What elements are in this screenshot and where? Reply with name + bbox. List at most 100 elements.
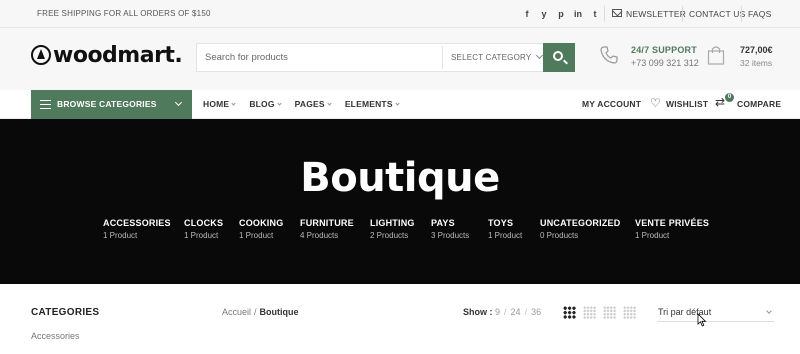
divider bbox=[741, 6, 742, 22]
mouse-pointer-icon bbox=[697, 313, 707, 327]
search-form: SELECT CATEGORY bbox=[196, 43, 575, 72]
hero-category-furniture[interactable]: FURNITURE 4 Products bbox=[300, 218, 354, 240]
support-phone: +73 099 321 312 bbox=[631, 58, 699, 68]
my-account-link[interactable]: MY ACCOUNT bbox=[582, 99, 641, 109]
category-count: 2 Products bbox=[370, 231, 409, 240]
category-count: 1 Product bbox=[103, 231, 138, 240]
twitter-icon[interactable]: y bbox=[540, 7, 548, 21]
category-count: 3 Products bbox=[431, 231, 470, 240]
menu-item-home[interactable]: HOME bbox=[203, 99, 236, 109]
breadcrumb-home-link[interactable]: Accueil bbox=[222, 307, 251, 317]
cart-item-count: 32 items bbox=[740, 58, 773, 68]
grid-5-columns-icon[interactable] bbox=[603, 306, 616, 319]
hero-category-uncategorized[interactable]: UNCATEGORIZED 0 Products bbox=[540, 218, 620, 240]
site-logo[interactable]: woodmart. bbox=[31, 42, 183, 68]
support-title: 24/7 SUPPORT bbox=[631, 45, 697, 55]
divider bbox=[604, 6, 605, 22]
sidebar-item-accessories[interactable]: Accessories bbox=[31, 331, 80, 341]
telegram-icon[interactable]: t bbox=[591, 7, 599, 21]
hero-category-pays[interactable]: PAYS 3 Products bbox=[431, 218, 469, 240]
category-name: PAYS bbox=[431, 218, 455, 228]
menu-item-elements[interactable]: ELEMENTS bbox=[345, 99, 400, 109]
breadcrumb-separator: / bbox=[254, 307, 257, 317]
category-name: ACCESSORIES bbox=[103, 218, 171, 228]
divider: / bbox=[524, 307, 528, 317]
newsletter-link[interactable]: NEWSLETTER bbox=[626, 9, 686, 19]
category-count: 1 Product bbox=[635, 231, 670, 240]
hero-category-clocks[interactable]: CLOCKS 1 Product bbox=[184, 218, 223, 240]
category-name: TOYS bbox=[488, 218, 514, 228]
menu-item-label: BLOG bbox=[249, 99, 275, 109]
phone-icon bbox=[600, 46, 618, 64]
per-page-option-9[interactable]: 9 bbox=[495, 307, 500, 317]
category-count: 0 Products bbox=[540, 231, 579, 240]
hero-category-toys[interactable]: TOYS 1 Product bbox=[488, 218, 522, 240]
facebook-icon[interactable]: f bbox=[523, 7, 531, 21]
divider: / bbox=[504, 307, 507, 317]
wishlist-link[interactable]: WISHLIST bbox=[666, 99, 708, 109]
tree-logo-icon bbox=[31, 45, 51, 65]
menu-item-blog[interactable]: BLOG bbox=[249, 99, 282, 109]
hero-category-vente-privees[interactable]: VENTE PRIVÉES 1 Product bbox=[635, 218, 709, 240]
chevron-down-icon bbox=[766, 308, 772, 314]
menu-item-pages[interactable]: PAGES bbox=[295, 99, 332, 109]
compare-icon[interactable]: ⇄ bbox=[715, 96, 725, 108]
primary-menu: HOME BLOG PAGES ELEMENTS bbox=[203, 99, 413, 109]
category-select[interactable]: SELECT CATEGORY bbox=[451, 53, 542, 62]
contact-us-link[interactable]: CONTACT US bbox=[689, 9, 745, 19]
grid-4-columns-icon[interactable] bbox=[583, 306, 596, 319]
breadcrumb: Accueil / Boutique bbox=[222, 307, 299, 317]
category-count: 1 Product bbox=[488, 231, 523, 240]
category-count: 1 Product bbox=[184, 231, 219, 240]
linkedin-icon[interactable]: in bbox=[574, 7, 582, 21]
compare-count-badge: 0 bbox=[725, 93, 734, 102]
breadcrumb-current: Boutique bbox=[259, 307, 299, 317]
category-name: UNCATEGORIZED bbox=[540, 218, 621, 228]
heart-icon[interactable]: ♡ bbox=[650, 97, 661, 109]
show-label: Show : bbox=[463, 307, 493, 317]
shopping-bag-icon[interactable] bbox=[707, 45, 725, 65]
cart-total[interactable]: 727,00€ bbox=[740, 45, 773, 55]
menu-item-label: HOME bbox=[203, 99, 230, 109]
search-input[interactable] bbox=[197, 44, 443, 71]
page-hero: Boutique ACCESSORIES 1 Product CLOCKS 1 … bbox=[0, 119, 800, 284]
grid-view-switcher bbox=[563, 306, 636, 319]
chevron-down-icon bbox=[395, 101, 400, 106]
category-count: 4 Products bbox=[300, 231, 339, 240]
browse-categories-button[interactable]: BROWSE CATEGORIES bbox=[31, 90, 192, 119]
divider bbox=[442, 46, 443, 69]
sort-select[interactable]: Tri par défaut bbox=[657, 304, 774, 322]
category-name: CLOCKS bbox=[184, 218, 224, 228]
grid-3-columns-icon[interactable] bbox=[563, 306, 576, 319]
hero-category-accessories[interactable]: ACCESSORIES 1 Product bbox=[103, 218, 171, 240]
menu-icon bbox=[40, 100, 51, 109]
free-shipping-notice: FREE SHIPPING FOR ALL ORDERS OF $150 bbox=[37, 9, 211, 18]
chevron-down-icon bbox=[231, 101, 236, 106]
top-bar: FREE SHIPPING FOR ALL ORDERS OF $150 f y… bbox=[0, 0, 800, 28]
faqs-link[interactable]: FAQS bbox=[748, 9, 771, 19]
per-page-option-36[interactable]: 36 bbox=[531, 307, 541, 317]
grid-6-columns-icon[interactable] bbox=[623, 306, 636, 319]
search-icon bbox=[553, 51, 563, 61]
per-page-option-24[interactable]: 24 bbox=[511, 307, 521, 317]
envelope-icon bbox=[612, 9, 622, 17]
chevron-down-icon bbox=[174, 98, 183, 107]
pinterest-icon[interactable]: p bbox=[557, 7, 565, 21]
compare-link[interactable]: COMPARE bbox=[737, 99, 781, 109]
social-links: f y p in t bbox=[523, 7, 599, 21]
logo-text: woodmart. bbox=[53, 42, 183, 68]
hero-category-lighting[interactable]: LIGHTING 2 Products bbox=[370, 218, 415, 240]
chevron-down-icon bbox=[277, 101, 282, 106]
sidebar-categories-title: CATEGORIES bbox=[31, 307, 100, 318]
hero-category-cooking[interactable]: COOKING 1 Product bbox=[239, 218, 283, 240]
category-name: COOKING bbox=[239, 218, 284, 228]
category-count: 1 Product bbox=[239, 231, 274, 240]
category-name: FURNITURE bbox=[300, 218, 354, 228]
category-name: VENTE PRIVÉES bbox=[635, 218, 710, 228]
products-per-page: Show : 9/24/36 bbox=[463, 307, 541, 317]
search-button[interactable] bbox=[543, 43, 575, 72]
site-header: woodmart. SELECT CATEGORY 24/7 SUPPORT +… bbox=[0, 28, 800, 90]
divider bbox=[682, 6, 683, 22]
category-name: LIGHTING bbox=[370, 218, 415, 228]
browse-categories-label: BROWSE CATEGORIES bbox=[57, 99, 157, 109]
